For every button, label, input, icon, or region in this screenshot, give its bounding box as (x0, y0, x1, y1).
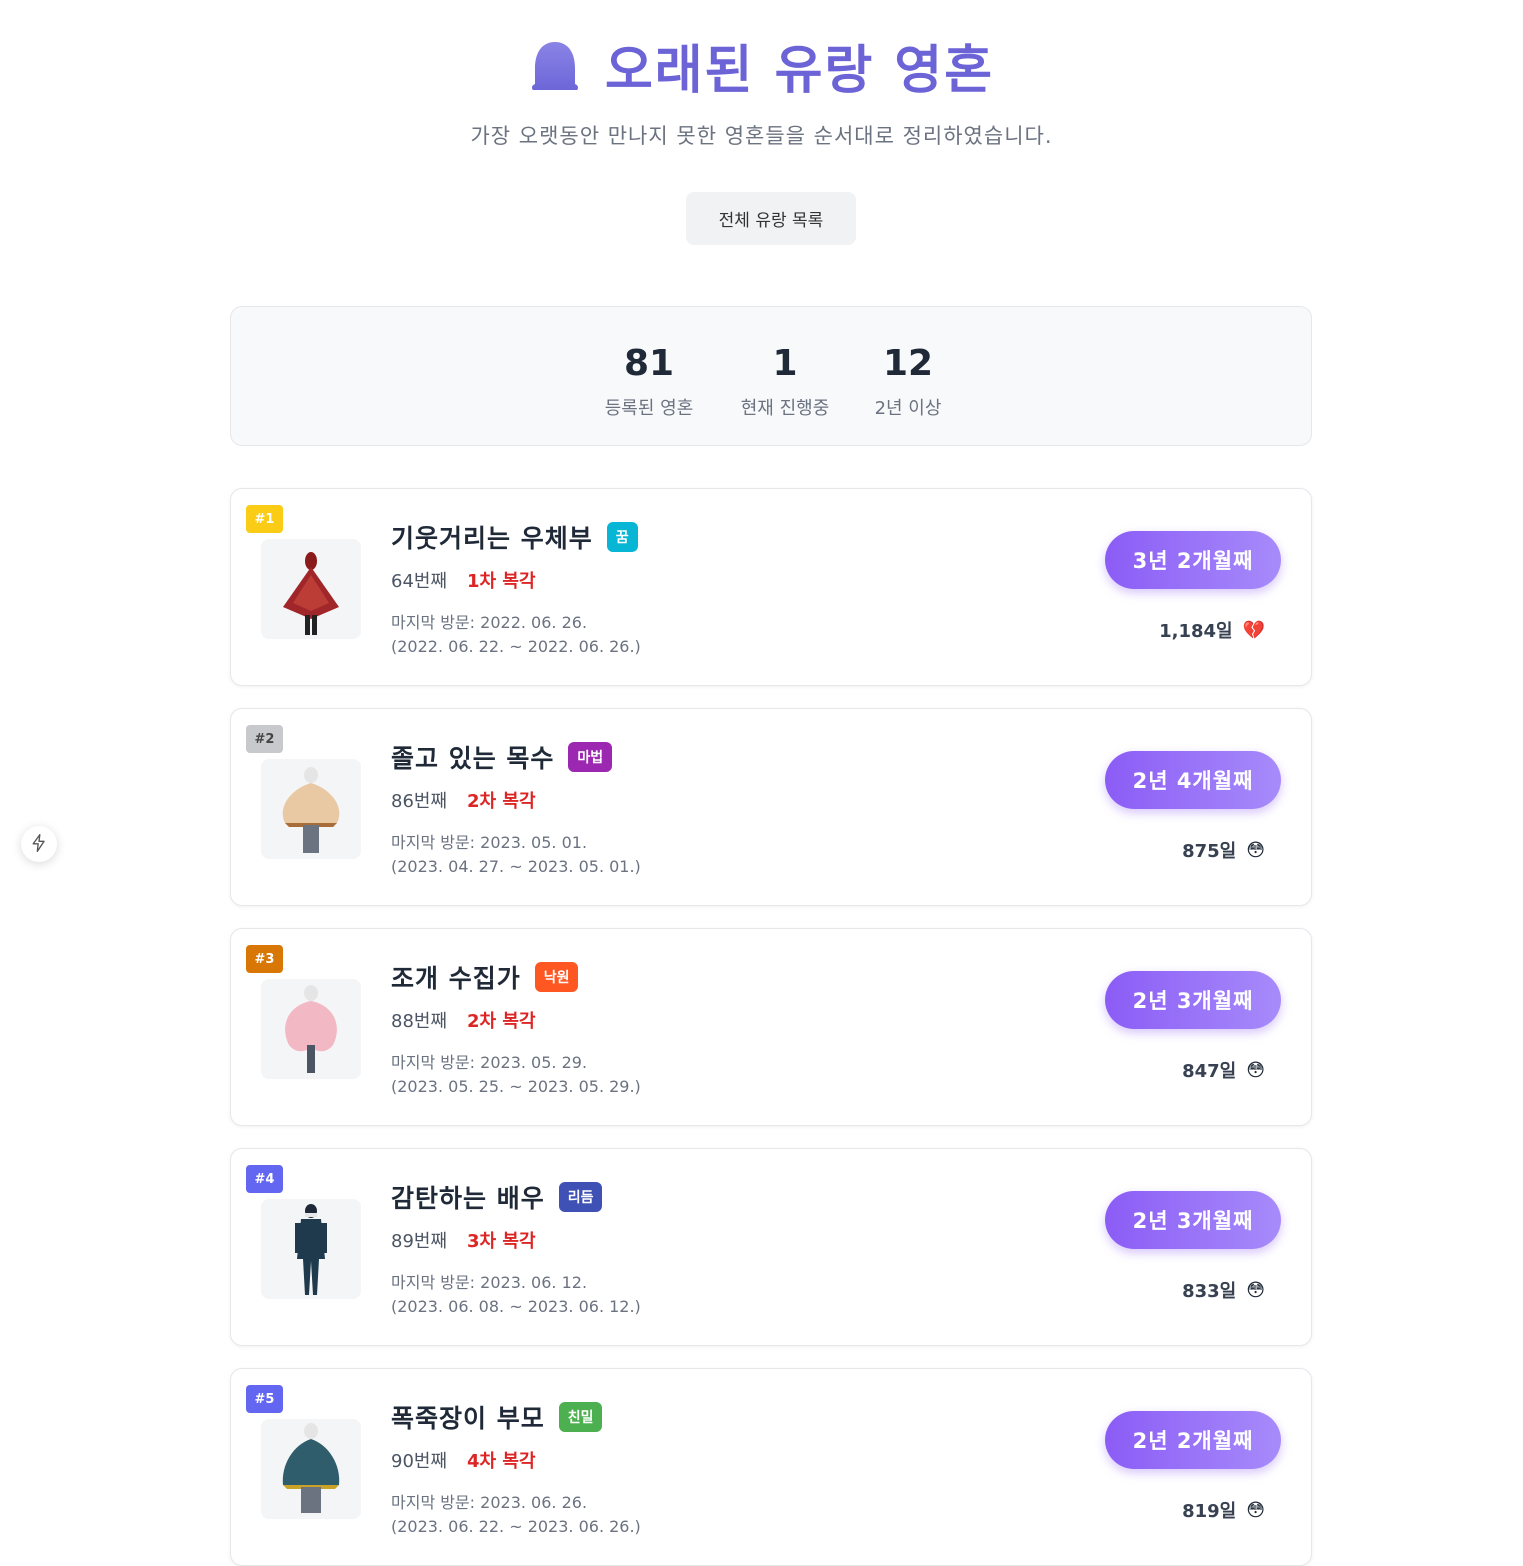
full-list-button[interactable]: 전체 유랑 목록 (686, 192, 856, 245)
spirit-image (261, 539, 361, 639)
days-count: 875일 (1182, 841, 1237, 862)
page-title: 오래된 유랑 영혼 (604, 41, 995, 101)
spirit-card[interactable]: #2 졸고 있는 목수 마법 86번째 2차 복각 마지막 방문: 2023. … (230, 708, 1312, 906)
meta-row: 64번째 1차 복각 (391, 567, 536, 593)
title-row: 오래된 유랑 영혼 (0, 28, 1523, 103)
stat-over-two-years: 12 2년 이상 (838, 343, 978, 420)
page-subtitle: 가장 오랫동안 만나지 못한 영혼들을 순서대로 정리하였습니다. (470, 124, 1053, 148)
flushed-face-icon: 😳 (1246, 1059, 1265, 1081)
days-row: 819일 😳 (1182, 1497, 1265, 1523)
last-visit: 마지막 방문: 2023. 06. 26. (391, 1493, 588, 1512)
rank-badge: #1 (246, 505, 283, 533)
visit-range: (2022. 06. 22. ~ 2022. 06. 26.) (391, 637, 641, 656)
spirit-name: 폭죽장이 부모 (391, 1404, 545, 1433)
season-tag: 리듬 (558, 1182, 603, 1212)
rank-badge: #2 (246, 725, 283, 753)
revival-count: 1차 복각 (467, 571, 536, 592)
broken-heart-icon: 💔 (1242, 619, 1265, 641)
revival-count: 2차 복각 (467, 791, 536, 812)
stat-registered: 81 등록된 영혼 (579, 343, 719, 420)
rank-badge: #3 (246, 945, 283, 973)
meta-row: 88번째 2차 복각 (391, 1007, 536, 1033)
days-row: 833일 😳 (1182, 1277, 1265, 1303)
season-tag: 낙원 (534, 962, 579, 992)
days-count: 819일 (1182, 1501, 1237, 1522)
order-number: 64번째 (391, 571, 448, 592)
spirit-name: 감탄하는 배우 (391, 1184, 545, 1213)
days-count: 847일 (1182, 1061, 1237, 1082)
spirit-image (261, 759, 361, 859)
rank-badge: #4 (246, 1165, 283, 1193)
spirit-image (261, 979, 361, 1079)
meta-row: 89번째 3차 복각 (391, 1227, 536, 1253)
name-row: 조개 수집가 낙원 (391, 959, 579, 995)
elapsed-badge: 2년 3개월째 (1105, 971, 1281, 1029)
days-row: 1,184일 💔 (1159, 617, 1265, 643)
spirit-name: 조개 수집가 (391, 964, 521, 993)
spirit-card[interactable]: #4 감탄하는 배우 리듬 89번째 3차 복각 마지막 방문: 2023. 0… (230, 1148, 1312, 1346)
order-number: 86번째 (391, 791, 448, 812)
flushed-face-icon: 😳 (1246, 839, 1265, 861)
meta-row: 86번째 2차 복각 (391, 787, 536, 813)
last-visit: 마지막 방문: 2023. 05. 01. (391, 833, 588, 852)
name-row: 감탄하는 배우 리듬 (391, 1179, 603, 1215)
stat-label: 2년 이상 (874, 398, 942, 419)
stat-value: 12 (882, 343, 934, 384)
revival-count: 3차 복각 (467, 1231, 536, 1252)
season-tag: 친밀 (558, 1402, 603, 1432)
name-row: 폭죽장이 부모 친밀 (391, 1399, 603, 1435)
spirit-name: 졸고 있는 목수 (391, 744, 555, 773)
elapsed-badge: 2년 2개월째 (1105, 1411, 1281, 1469)
visit-range: (2023. 04. 27. ~ 2023. 05. 01.) (391, 857, 641, 876)
last-visit: 마지막 방문: 2022. 06. 26. (391, 613, 588, 632)
meta-row: 90번째 4차 복각 (391, 1447, 536, 1473)
elapsed-badge: 2년 4개월째 (1105, 751, 1281, 809)
days-count: 1,184일 (1159, 621, 1233, 642)
flushed-face-icon: 😳 (1246, 1499, 1265, 1521)
last-visit: 마지막 방문: 2023. 05. 29. (391, 1053, 588, 1072)
visit-range: (2023. 06. 08. ~ 2023. 06. 12.) (391, 1297, 641, 1316)
stats-panel: 81 등록된 영혼 1 현재 진행중 12 2년 이상 (230, 306, 1312, 446)
season-tag: 마법 (568, 742, 613, 772)
quick-action-button[interactable] (21, 826, 57, 862)
order-number: 90번째 (391, 1451, 448, 1472)
stat-value: 81 (623, 343, 675, 384)
spirit-card[interactable]: #1 기웃거리는 우체부 꿈 64번째 1차 복각 마지막 방문: 2022. … (230, 488, 1312, 686)
stat-in-progress: 1 현재 진행중 (715, 343, 855, 420)
stat-value: 1 (772, 343, 798, 384)
spirit-image (261, 1199, 361, 1299)
last-visit: 마지막 방문: 2023. 06. 12. (391, 1273, 588, 1292)
days-row: 847일 😳 (1182, 1057, 1265, 1083)
stat-label: 현재 진행중 (740, 398, 830, 419)
revival-count: 2차 복각 (467, 1011, 536, 1032)
days-count: 833일 (1182, 1281, 1237, 1302)
spirit-name: 기웃거리는 우체부 (391, 524, 593, 553)
visit-range: (2023. 05. 25. ~ 2023. 05. 29.) (391, 1077, 641, 1096)
season-tag: 꿈 (606, 522, 638, 552)
spirit-card[interactable]: #5 폭죽장이 부모 친밀 90번째 4차 복각 마지막 방문: 2023. 0… (230, 1368, 1312, 1566)
flushed-face-icon: 😳 (1246, 1279, 1265, 1301)
visit-range: (2023. 06. 22. ~ 2023. 06. 26.) (391, 1517, 641, 1536)
days-row: 875일 😳 (1182, 837, 1265, 863)
stat-label: 등록된 영혼 (604, 398, 694, 419)
spirit-image (261, 1419, 361, 1519)
spirit-card[interactable]: #3 조개 수집가 낙원 88번째 2차 복각 마지막 방문: 2023. 05… (230, 928, 1312, 1126)
name-row: 졸고 있는 목수 마법 (391, 739, 613, 775)
order-number: 88번째 (391, 1011, 448, 1032)
elapsed-badge: 2년 3개월째 (1105, 1191, 1281, 1249)
ghost-icon (529, 38, 581, 94)
elapsed-badge: 3년 2개월째 (1105, 531, 1281, 589)
order-number: 89번째 (391, 1231, 448, 1252)
rank-badge: #5 (246, 1385, 283, 1413)
name-row: 기웃거리는 우체부 꿈 (391, 519, 638, 555)
lightning-icon (29, 833, 49, 856)
revival-count: 4차 복각 (467, 1451, 536, 1472)
